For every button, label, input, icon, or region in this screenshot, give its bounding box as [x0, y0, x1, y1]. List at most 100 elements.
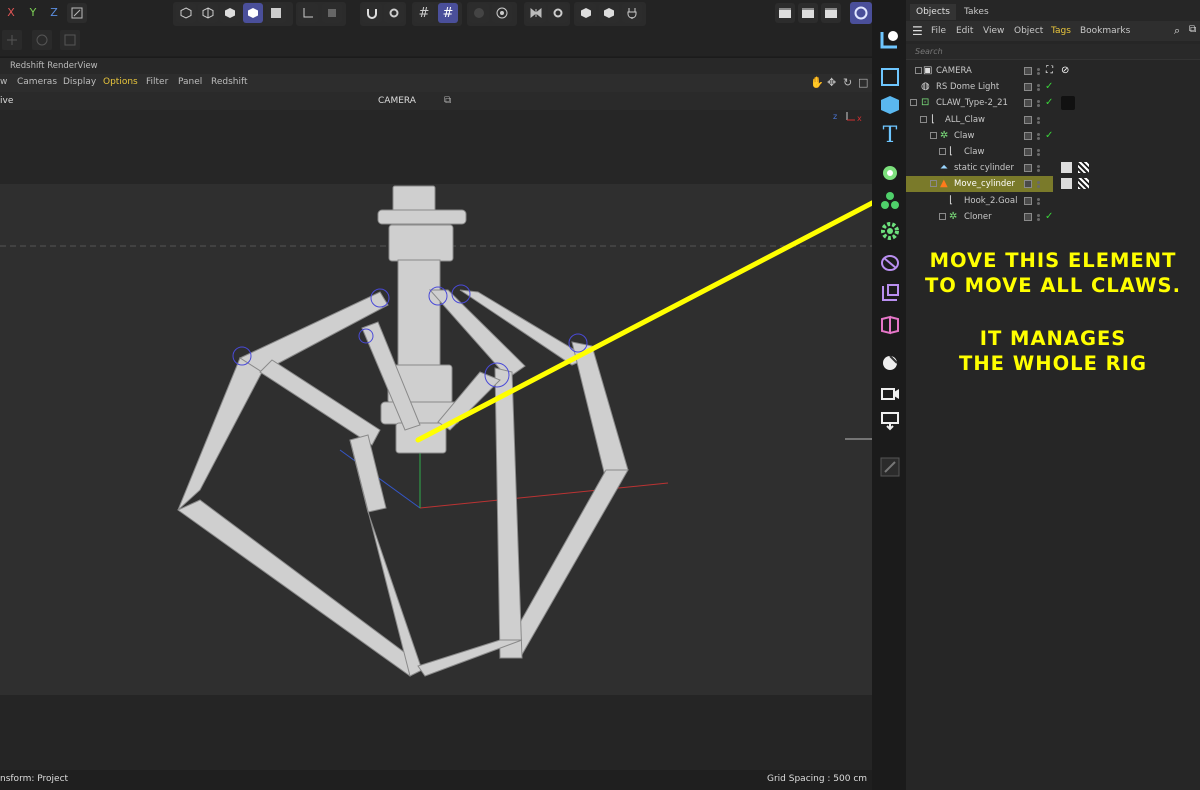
editor-visibility-dot[interactable]	[1037, 181, 1040, 184]
visibility-toggle[interactable]	[1024, 213, 1032, 221]
object-row[interactable]: ⌊ Hook_2.Goal	[906, 193, 1200, 209]
symmetry-settings-button[interactable]	[548, 3, 568, 23]
editor-visibility-dot[interactable]	[1037, 117, 1040, 120]
tab-takes[interactable]: Takes	[958, 4, 995, 20]
render-visibility-dot[interactable]	[1037, 218, 1040, 221]
paint-button[interactable]	[576, 3, 596, 23]
rotate-view-icon[interactable]: ↻	[843, 76, 852, 89]
visibility-toggle[interactable]	[1024, 148, 1032, 156]
axis-x-lock[interactable]: X	[2, 4, 20, 22]
expand-toggle[interactable]	[939, 148, 946, 155]
effector-button[interactable]	[877, 188, 903, 214]
viewport-menu-view[interactable]: w	[0, 77, 7, 87]
move-view-icon[interactable]: ✥	[827, 76, 836, 89]
texture-tag-icon[interactable]	[1078, 162, 1089, 173]
snap-settings-button[interactable]	[384, 3, 404, 23]
sketch-button[interactable]	[877, 454, 903, 480]
generator-button[interactable]	[877, 218, 903, 244]
editor-visibility-dot[interactable]	[1037, 68, 1040, 71]
environment-button[interactable]	[877, 350, 903, 376]
viewport-menu-cameras[interactable]: Cameras	[17, 77, 57, 87]
ik-tag-icon[interactable]	[1061, 162, 1072, 173]
visibility-toggle[interactable]	[1024, 197, 1032, 205]
enabled-check-icon[interactable]: ✓	[1045, 79, 1053, 95]
camera-tag-icon[interactable]: ⛶	[1046, 63, 1053, 79]
render-visibility-dot[interactable]	[1037, 72, 1040, 75]
texture-tag-icon[interactable]	[1078, 178, 1089, 189]
axis-mode-button[interactable]	[298, 3, 318, 23]
enabled-check-icon[interactable]: ✓	[1045, 128, 1053, 144]
expand-toggle[interactable]	[910, 99, 917, 106]
object-row[interactable]: ▣ CAMERA ⛶ ⊘	[906, 63, 1200, 79]
editor-visibility-dot[interactable]	[1037, 149, 1040, 152]
pan-icon[interactable]: ✋	[810, 76, 824, 89]
rotate-tool-button[interactable]	[32, 30, 52, 50]
maximize-view-icon[interactable]: □	[858, 76, 868, 89]
axis-y-lock[interactable]: Y	[24, 4, 42, 22]
protection-tag-icon[interactable]: ⊘	[1061, 63, 1069, 79]
object-row[interactable]: ✲ Cloner ✓	[906, 209, 1200, 225]
null-object-button[interactable]	[877, 26, 903, 52]
viewport-solo-button[interactable]	[492, 3, 512, 23]
hamburger-menu-icon[interactable]: ☰	[912, 24, 923, 38]
field-button[interactable]	[877, 280, 903, 306]
search-input[interactable]: Search	[915, 47, 943, 56]
render-picture-viewer-button[interactable]	[798, 3, 818, 23]
om-menu-view[interactable]: View	[983, 26, 1004, 36]
scene-canvas[interactable]: z x	[0, 110, 872, 770]
expand-toggle[interactable]	[939, 213, 946, 220]
cube-button[interactable]	[877, 92, 903, 118]
snap-button[interactable]	[362, 3, 382, 23]
search-icon[interactable]: ⌕	[1174, 24, 1180, 38]
om-menu-file[interactable]: File	[931, 26, 946, 36]
tweak-mode-button[interactable]	[322, 3, 342, 23]
camera-button[interactable]	[877, 380, 903, 406]
expand-toggle[interactable]	[920, 116, 927, 123]
om-menu-edit[interactable]: Edit	[956, 26, 973, 36]
object-row[interactable]: ⏶ static cylinder	[906, 160, 1200, 176]
editor-visibility-dot[interactable]	[1037, 133, 1040, 136]
grid-snap-button[interactable]: #	[438, 3, 458, 23]
render-visibility-dot[interactable]	[1037, 153, 1040, 156]
points-mode-button[interactable]	[220, 3, 240, 23]
visibility-toggle[interactable]	[1024, 180, 1032, 188]
mesh-mode-button[interactable]	[198, 3, 218, 23]
visibility-toggle[interactable]	[1024, 164, 1032, 172]
render-visibility-dot[interactable]	[1037, 121, 1040, 124]
model-mode-button[interactable]	[176, 3, 196, 23]
render-visibility-dot[interactable]	[1037, 137, 1040, 140]
viewport-menu-display[interactable]: Display	[63, 77, 96, 87]
editor-visibility-dot[interactable]	[1037, 100, 1040, 103]
viewport-menu-redshift[interactable]: Redshift	[211, 77, 248, 87]
spline-button[interactable]	[877, 64, 903, 90]
om-menu-object[interactable]: Object	[1014, 26, 1043, 36]
enabled-check-icon[interactable]: ✓	[1045, 209, 1053, 225]
text-button[interactable]: T	[877, 122, 903, 148]
render-visibility-dot[interactable]	[1037, 104, 1040, 107]
om-menu-bookmarks[interactable]: Bookmarks	[1080, 26, 1130, 36]
uv-mode-button[interactable]	[266, 3, 286, 23]
camera-label[interactable]: CAMERA	[378, 96, 416, 106]
ik-tag-icon[interactable]	[1061, 178, 1072, 189]
render-visibility-dot[interactable]	[1037, 169, 1040, 172]
coordinate-system-button[interactable]	[67, 3, 87, 23]
volume-button[interactable]	[877, 312, 903, 338]
axis-z-lock[interactable]: Z	[45, 4, 63, 22]
tab-objects[interactable]: Objects	[910, 4, 957, 20]
camera-link-icon[interactable]: ⧉	[444, 95, 451, 106]
scale-tool-button[interactable]	[60, 30, 80, 50]
viewport-menu-filter[interactable]: Filter	[146, 77, 168, 87]
object-row[interactable]: ⊡ CLAW_Type-2_21 ✓	[906, 95, 1200, 111]
object-row[interactable]: ⌊ Claw	[906, 144, 1200, 160]
visibility-toggle[interactable]	[1024, 132, 1032, 140]
workplane-button[interactable]: #	[414, 3, 434, 23]
viewport-menu-options[interactable]: Options	[103, 77, 138, 87]
new-window-icon[interactable]: ⧉	[1189, 24, 1196, 35]
object-row[interactable]: ◍ RS Dome Light ✓	[906, 79, 1200, 95]
object-row-selected[interactable]: ▲ Move_cylinder	[906, 176, 1053, 192]
render-visibility-dot[interactable]	[1037, 202, 1040, 205]
object-row[interactable]: ⌊ ALL_Claw	[906, 112, 1200, 128]
editor-visibility-dot[interactable]	[1037, 198, 1040, 201]
editor-visibility-dot[interactable]	[1037, 84, 1040, 87]
polygons-mode-button[interactable]	[243, 3, 263, 23]
